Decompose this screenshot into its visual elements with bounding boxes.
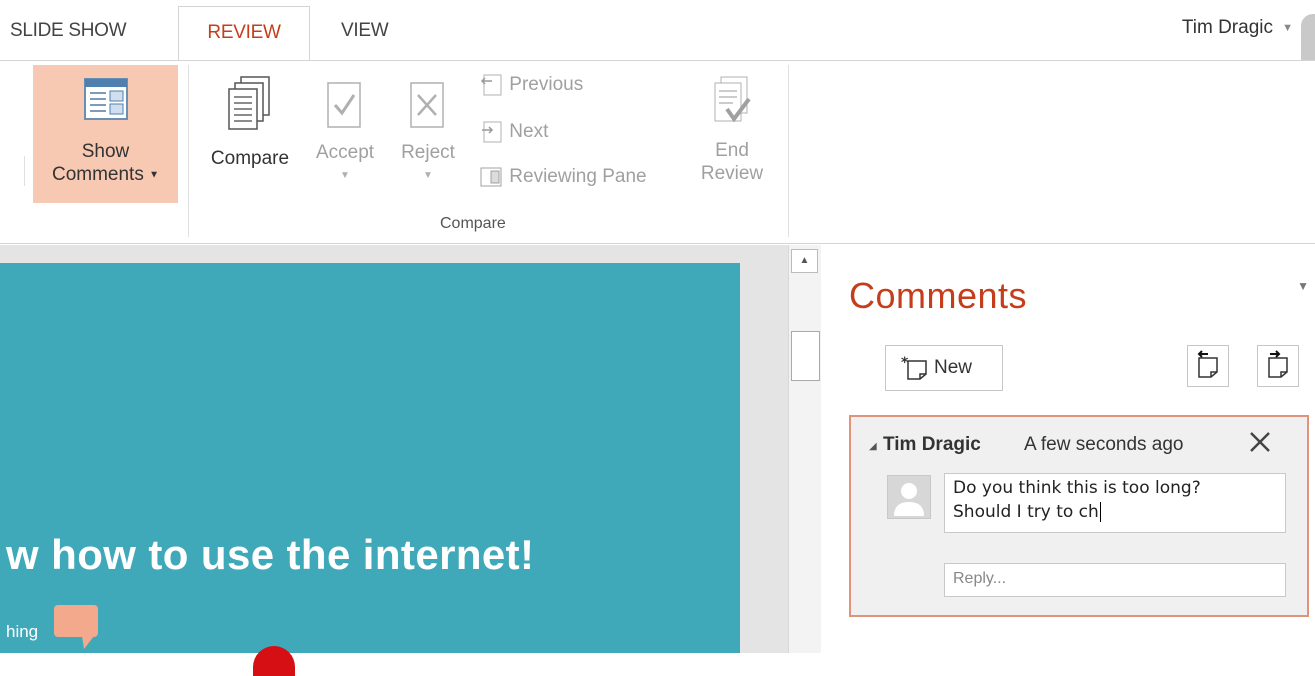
end-review-label-1: End	[715, 140, 749, 161]
end-review-icon	[714, 76, 751, 123]
show-comments-label-1: Show	[81, 141, 130, 162]
compare-group-label: Compare	[440, 215, 506, 232]
reject-icon	[410, 82, 444, 128]
show-comments-button[interactable]: Show Comments ▼	[33, 65, 178, 203]
account-dropdown-icon[interactable]: ▼	[1282, 22, 1293, 34]
reject-label: Reject	[401, 142, 455, 163]
ribbon-group-divider	[188, 65, 189, 237]
delete-comment-icon[interactable]	[1247, 429, 1273, 455]
slide-canvas[interactable]: w how to use the internet! hing	[0, 263, 740, 676]
previous-icon	[480, 74, 502, 96]
collapse-thread-icon[interactable]: ◢	[869, 441, 877, 452]
compare-icon	[228, 76, 270, 130]
comment-text-field[interactable]: Do you think this is too long? Should I …	[944, 473, 1286, 533]
accept-icon	[327, 82, 361, 128]
scroll-up-arrow-icon[interactable]: ▲	[791, 249, 818, 273]
chevron-down-icon: ▼	[340, 170, 350, 181]
previous-label: Previous	[509, 74, 584, 96]
next-label: Next	[509, 121, 549, 143]
ribbon: Show Comments ▼ Compare Accept ▼ Reject …	[0, 60, 1315, 244]
previous-button[interactable]: Previous	[478, 73, 583, 97]
user-silhouette-icon	[894, 483, 924, 516]
slide-editing-area: w how to use the internet! hing	[0, 245, 788, 676]
scroll-thumb[interactable]	[791, 331, 820, 381]
accept-button[interactable]: Accept ▼	[305, 81, 385, 187]
comment-text-line-2: Should I try to ch	[953, 502, 1099, 522]
account-avatar[interactable]	[1301, 14, 1315, 62]
comment-text-line-1: Do you think this is too long?	[953, 478, 1201, 498]
show-comments-label-2: Comments	[51, 164, 144, 185]
previous-comment-button[interactable]	[1187, 345, 1229, 387]
compare-label: Compare	[210, 148, 290, 169]
reply-input[interactable]: Reply...	[944, 563, 1286, 597]
text-cursor	[1099, 502, 1101, 522]
reviewing-pane-button[interactable]: Reviewing Pane	[478, 165, 647, 189]
new-comment-button[interactable]: * New	[885, 345, 1003, 391]
next-comment-button[interactable]	[1257, 345, 1299, 387]
new-comment-label: New	[934, 357, 973, 378]
chevron-down-icon: ▼	[423, 170, 433, 181]
new-comment-icon: *	[901, 355, 927, 380]
ribbon-group-divider	[788, 65, 789, 237]
ribbon-tab-bar: SLIDE SHOW REVIEW VIEW Tim Dragic ▼	[0, 0, 1315, 63]
svg-text:*: *	[901, 355, 909, 371]
comment-card[interactable]: ◢ Tim Dragic A few seconds ago Do you th…	[849, 415, 1309, 617]
comment-marker-icon[interactable]	[52, 603, 102, 653]
comment-author: Tim Dragic	[883, 434, 981, 455]
next-button[interactable]: Next	[478, 120, 548, 144]
next-icon	[482, 121, 502, 143]
slide-subtitle-text[interactable]: hing	[6, 622, 38, 642]
slide-title-text[interactable]: w how to use the internet!	[6, 531, 534, 579]
reviewing-pane-label: Reviewing Pane	[509, 166, 647, 188]
slide-image[interactable]	[253, 646, 295, 676]
avatar	[887, 475, 931, 519]
accept-label: Accept	[315, 142, 375, 163]
pane-options-icon[interactable]: ▼	[1297, 279, 1309, 293]
show-comments-icon	[83, 78, 128, 120]
end-review-button[interactable]: End Review	[692, 75, 772, 185]
end-review-label-2: Review	[700, 163, 764, 184]
ribbon-divider	[24, 156, 25, 186]
reject-button[interactable]: Reject ▼	[393, 81, 463, 187]
reviewing-pane-icon	[480, 167, 502, 187]
previous-comment-icon	[1197, 350, 1218, 378]
vertical-scrollbar[interactable]: ▲	[788, 245, 821, 653]
comments-pane: Comments ▼ * New ◢ Tim Dragic A few seco…	[821, 245, 1315, 653]
tab-view[interactable]: VIEW	[341, 0, 389, 60]
comment-timestamp: A few seconds ago	[1024, 434, 1184, 455]
compare-button[interactable]: Compare	[200, 75, 300, 170]
chevron-down-icon: ▼	[149, 169, 160, 181]
tab-slide-show[interactable]: SLIDE SHOW	[10, 0, 127, 60]
next-comment-icon	[1268, 350, 1288, 378]
comments-pane-title: Comments	[849, 275, 1028, 316]
tab-review[interactable]: REVIEW	[178, 6, 310, 63]
account-name[interactable]: Tim Dragic	[1182, 17, 1273, 39]
